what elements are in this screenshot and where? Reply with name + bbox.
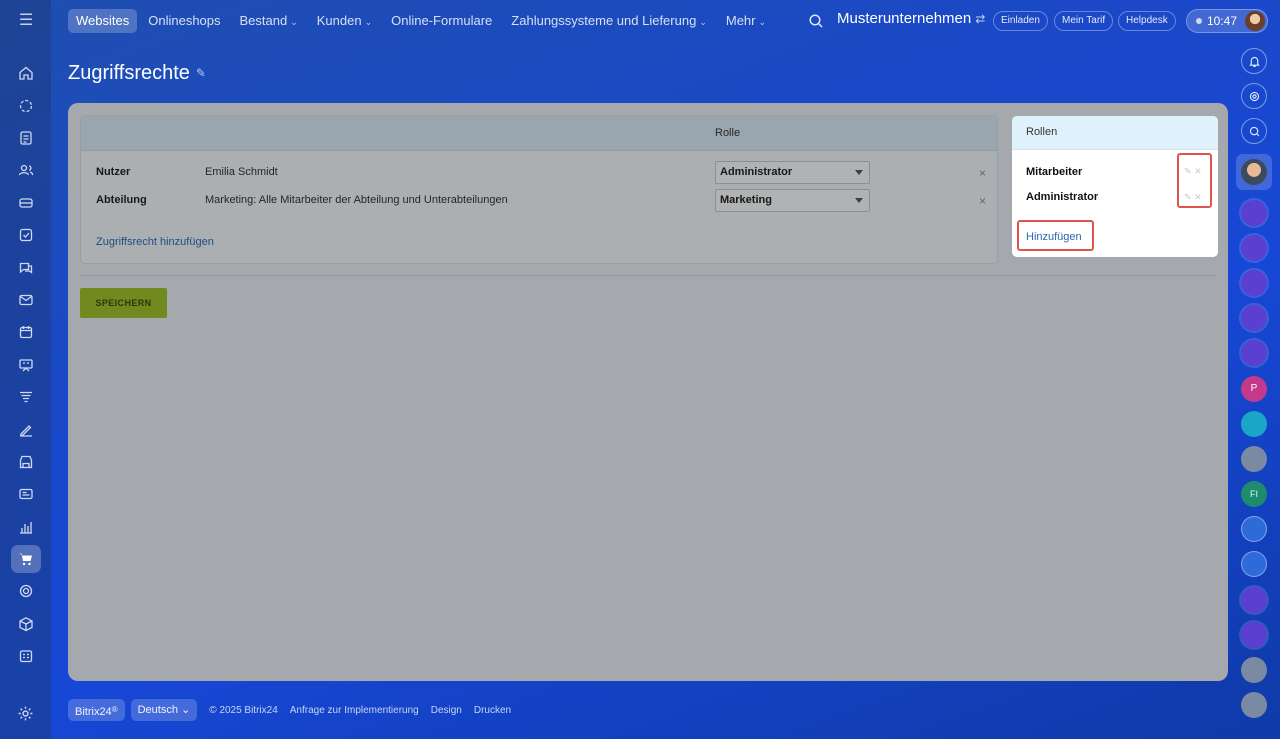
chat-avatar-icon[interactable] <box>1241 657 1267 683</box>
copilot-chat-icon[interactable] <box>1241 621 1267 648</box>
tariff-label: Mein Tarif <box>1062 15 1106 26</box>
box-icon[interactable] <box>0 608 51 640</box>
chat-group-icon[interactable] <box>1241 410 1267 437</box>
left-sidebar-icons <box>0 57 51 672</box>
nav-websites[interactable]: Websites <box>68 9 138 33</box>
contact-photo <box>1241 158 1267 185</box>
calendar-icon[interactable] <box>0 316 51 348</box>
mail-icon[interactable] <box>0 284 51 316</box>
helpdesk-button[interactable]: Helpdesk <box>1118 11 1176 31</box>
highlight-role-actions <box>1177 153 1212 208</box>
helpdesk-label: Helpdesk <box>1126 15 1168 26</box>
company-switcher[interactable]: Musterunternehmen ⇄ <box>837 10 985 27</box>
copilot-icon[interactable] <box>1241 83 1267 110</box>
copilot-chat-icon[interactable] <box>1241 199 1267 226</box>
chat-contact-avatar[interactable] <box>1236 153 1272 190</box>
tasks-icon[interactable] <box>0 122 51 154</box>
bell-icon[interactable] <box>1241 48 1267 74</box>
copilot-chat-icon[interactable] <box>1241 586 1267 613</box>
settings-icon[interactable] <box>17 705 34 722</box>
page-title-text: Zugriffsrechte <box>68 62 190 84</box>
page-title: Zugriffsrechte ✎ <box>68 62 206 85</box>
chat-avatar-icon[interactable] <box>1241 692 1267 719</box>
analytics-icon[interactable] <box>0 510 51 542</box>
sign-icon[interactable] <box>0 413 51 445</box>
role-item[interactable]: Administrator <box>1026 191 1098 203</box>
store-icon[interactable] <box>0 446 51 478</box>
nav-onlineshops[interactable]: Onlineshops <box>140 9 228 33</box>
brand-button[interactable]: Bitrix24® <box>68 699 125 721</box>
chat-task-icon[interactable] <box>1241 551 1267 578</box>
nav-kunden[interactable]: Kunden ⌄ <box>309 9 380 33</box>
tariff-button[interactable]: Mein Tarif <box>1054 11 1114 31</box>
chevron-down-icon: ⌄ <box>181 704 191 716</box>
right-bar: P FI <box>1234 48 1274 727</box>
copilot-chat-icon[interactable] <box>1241 340 1267 367</box>
pin-icon[interactable]: ✎ <box>196 66 206 80</box>
nav-label: Online-Formulare <box>391 13 493 28</box>
chevron-down-icon: ⌄ <box>290 17 298 27</box>
worktime-clock[interactable]: 10:47 <box>1186 9 1268 33</box>
hamburger-menu-icon[interactable]: ☰ <box>16 12 36 30</box>
user-avatar[interactable] <box>1245 11 1265 31</box>
cards-icon[interactable] <box>0 478 51 510</box>
invite-label: Einladen <box>1001 15 1040 26</box>
roles-title: Rollen <box>1026 126 1058 138</box>
copilot-chat-icon[interactable] <box>1241 305 1267 332</box>
feed-icon[interactable] <box>0 89 51 121</box>
funnel-icon[interactable] <box>0 381 51 413</box>
highlight-add-role <box>1017 220 1094 251</box>
nav-bestand[interactable]: Bestand ⌄ <box>232 9 306 33</box>
footer-link-implementation[interactable]: Anfrage zur Implementierung <box>290 705 419 716</box>
chat-avatar-p[interactable]: P <box>1241 375 1267 402</box>
contacts-icon[interactable] <box>0 154 51 186</box>
footer-link-print[interactable]: Drucken <box>474 705 511 716</box>
language-label: Deutsch <box>137 704 178 716</box>
nav-zahlungssysteme[interactable]: Zahlungssysteme und Lieferung ⌄ <box>503 9 715 33</box>
footer-link-design[interactable]: Design <box>431 705 462 716</box>
chat-avatar-fi[interactable]: FI <box>1241 481 1267 508</box>
nav-label: Websites <box>76 13 130 28</box>
chat-icon[interactable] <box>0 251 51 283</box>
role-item[interactable]: Mitarbeiter <box>1026 166 1082 178</box>
top-bar: Websites Onlineshops Bestand ⌄ Kunden ⌄ On… <box>51 0 1280 42</box>
chevron-down-icon: ⌄ <box>699 17 707 27</box>
target-icon[interactable] <box>0 575 51 607</box>
nav-online-formulare[interactable]: Online-Formulare <box>383 9 500 33</box>
planner-icon[interactable] <box>0 640 51 672</box>
chevron-down-icon: ⌄ <box>364 17 373 27</box>
brand-label: Bitrix24 <box>75 706 112 718</box>
chat-user-icon[interactable] <box>1241 445 1267 472</box>
nav-mehr[interactable]: Mehr ⌄ <box>718 9 774 33</box>
crm-icon[interactable] <box>0 187 51 219</box>
clock-time: 10:47 <box>1207 14 1238 28</box>
copilot-chat-icon[interactable] <box>1241 234 1267 261</box>
left-sidebar: ☰ <box>0 0 51 739</box>
checklist-icon[interactable] <box>0 219 51 251</box>
nav-label: Mehr <box>725 13 756 28</box>
chat-task-icon[interactable] <box>1241 516 1267 543</box>
language-select[interactable]: Deutsch ⌄ <box>130 699 198 721</box>
search-chat-icon[interactable] <box>1241 118 1267 145</box>
board-icon[interactable] <box>0 349 51 381</box>
home-icon[interactable] <box>0 57 51 89</box>
nav-label: Onlineshops <box>148 13 221 28</box>
search-icon[interactable] <box>808 13 824 29</box>
main-nav: Websites Onlineshops Bestand ⌄ Kunden ⌄ On… <box>68 9 777 33</box>
chevron-down-icon: ⌄ <box>758 17 767 27</box>
status-dot <box>1196 18 1202 24</box>
nav-label: Bestand <box>239 13 288 28</box>
brand-mark-icon: ® <box>111 705 118 714</box>
invite-button[interactable]: Einladen <box>993 11 1048 31</box>
footer: Bitrix24® Deutsch ⌄ © 2025 Bitrix24 Anfr… <box>68 699 517 721</box>
swap-icon: ⇄ <box>975 12 986 26</box>
nav-label: Zahlungssysteme und Lieferung <box>511 13 697 28</box>
roles-header: Rollen <box>1012 116 1218 150</box>
company-name: Musterunternehmen <box>837 10 972 27</box>
copyright: © 2025 Bitrix24 <box>209 704 278 716</box>
copilot-chat-icon[interactable] <box>1241 269 1267 296</box>
nav-label: Kunden <box>316 13 362 28</box>
shop-cart-icon[interactable] <box>0 543 51 575</box>
